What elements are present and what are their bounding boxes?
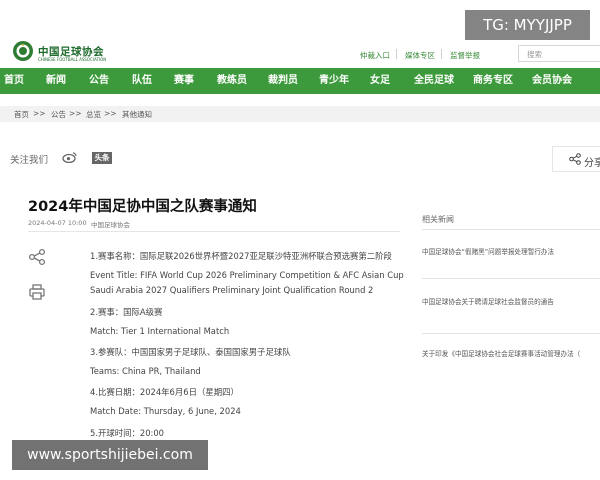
- util-link-arbitration[interactable]: 仲裁入口: [360, 50, 390, 61]
- toutiao-icon[interactable]: 头条: [92, 152, 112, 164]
- util-link-report[interactable]: 监督举报: [450, 50, 480, 61]
- article-line: Match: Tier 1 International Match: [90, 326, 230, 336]
- nav-item-teams[interactable]: 队伍: [132, 68, 152, 94]
- breadcrumb-separator: >>: [104, 109, 117, 118]
- related-news-item[interactable]: 关于印发《中国足球协会社会足球赛事活动管理办法（: [422, 348, 580, 358]
- search-input[interactable]: 搜索: [518, 45, 600, 62]
- article-line: Saudi Arabia 2027 Qualifiers Preliminary…: [90, 285, 374, 295]
- article-line: 1.赛事名称：国际足联2026世界杯暨2027亚足联沙特亚洲杯联合预选赛第二阶段: [90, 251, 392, 261]
- related-news-item[interactable]: 中国足球协会“假赌黑”问题举报处理暂行办法: [422, 246, 554, 256]
- article-line: Teams: China PR, Thailand: [90, 366, 201, 376]
- breadcrumb-overview[interactable]: 总览: [86, 109, 101, 120]
- related-divider: [422, 278, 600, 279]
- related-news-title: 相关新闻: [422, 215, 454, 224]
- util-link-media[interactable]: 媒体专区: [405, 50, 435, 61]
- article-line: Event Title: FIFA World Cup 2026 Prelimi…: [90, 270, 404, 280]
- search-placeholder: 搜索: [527, 50, 542, 59]
- article-source: 中国足球协会: [91, 221, 130, 229]
- article-line: 4.比赛日期：2024年6月6日（星期四）: [90, 387, 239, 397]
- article-line: 2.赛事：国际A级赛: [90, 307, 163, 317]
- related-divider: [422, 333, 600, 334]
- article-line: 3.参赛队：中国国家男子足球队、泰国国家男子足球队: [90, 347, 291, 357]
- nav-item-women[interactable]: 女足: [370, 68, 390, 94]
- util-separator: [441, 49, 442, 59]
- nav-item-notices[interactable]: 公告: [89, 68, 109, 94]
- nav-item-business[interactable]: 商务专区: [473, 68, 513, 94]
- breadcrumb-other[interactable]: 其他通知: [122, 109, 152, 120]
- logo-subtitle: CHINESE FOOTBALL ASSOCIATION: [38, 57, 107, 62]
- share-icon[interactable]: [569, 153, 581, 165]
- site-header: 中国足球协会 CHINESE FOOTBALL ASSOCIATION 仲裁入口…: [0, 0, 600, 68]
- article-date: 2024-04-07 10:00: [28, 219, 87, 227]
- nav-item-matches[interactable]: 赛事: [174, 68, 194, 94]
- share-label[interactable]: 分享: [584, 154, 600, 169]
- nav-item-news[interactable]: 新闻: [46, 68, 66, 94]
- main-nav: 首页 新闻 公告 队伍 赛事 教练员 裁判员 青少年 女足 全民足球 商务专区 …: [0, 68, 600, 94]
- weibo-icon[interactable]: [62, 151, 78, 163]
- nav-item-home[interactable]: 首页: [4, 68, 24, 94]
- nav-item-grassroots[interactable]: 全民足球: [414, 68, 454, 94]
- share-icon[interactable]: [28, 248, 46, 266]
- breadcrumb-home[interactable]: 首页: [14, 109, 29, 120]
- print-icon[interactable]: [28, 283, 46, 301]
- cfa-logo-icon[interactable]: [12, 40, 34, 62]
- nav-item-members[interactable]: 会员协会: [532, 68, 572, 94]
- title-divider: [28, 231, 400, 232]
- breadcrumb-separator: >>: [69, 109, 82, 118]
- util-separator: [396, 49, 397, 59]
- tg-watermark: TG: MYYJJPP: [465, 10, 590, 40]
- breadcrumb-separator: >>: [33, 109, 46, 118]
- nav-item-referees[interactable]: 裁判员: [268, 68, 298, 94]
- nav-item-youth[interactable]: 青少年: [319, 68, 349, 94]
- breadcrumb: 首页 >> 公告 >> 总览 >> 其他通知: [0, 106, 600, 122]
- article-line: 5.开球时间：20:00: [90, 428, 165, 438]
- article-title: 2024年中国足协中国之队赛事通知: [28, 199, 257, 215]
- article-line: Match Date: Thursday, 6 June, 2024: [90, 406, 241, 416]
- related-news-item[interactable]: 中国足球协会关于聘请足球社会监督员的通告: [422, 296, 554, 306]
- related-divider: [422, 229, 600, 230]
- site-watermark: www.sportshijiebei.com: [12, 440, 208, 470]
- nav-item-coaches[interactable]: 教练员: [217, 68, 247, 94]
- follow-us-label: 关注我们: [10, 155, 49, 166]
- breadcrumb-notices[interactable]: 公告: [51, 109, 66, 120]
